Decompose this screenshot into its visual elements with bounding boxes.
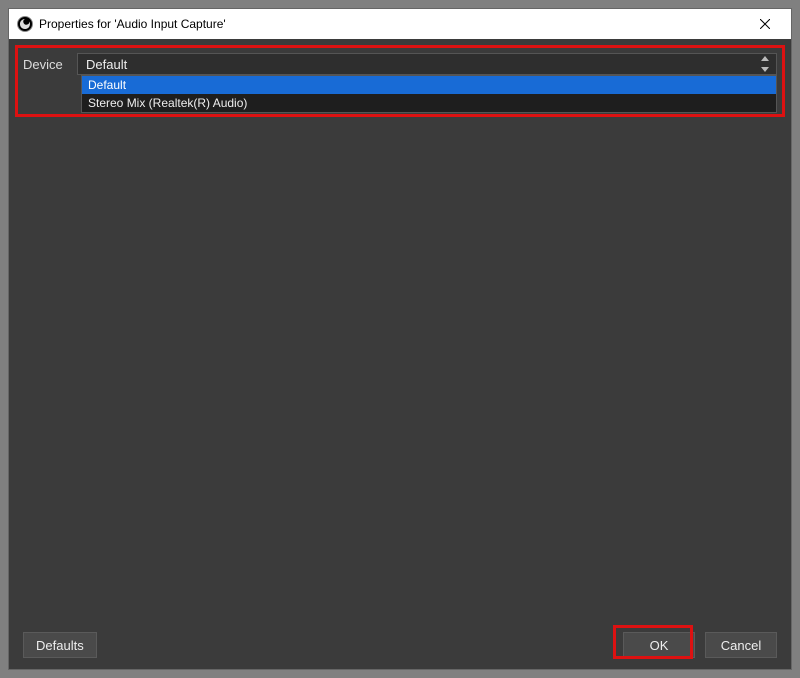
device-row: Device Default bbox=[23, 53, 777, 75]
device-option[interactable]: Default bbox=[82, 76, 776, 94]
cancel-button[interactable]: Cancel bbox=[705, 632, 777, 658]
close-button[interactable] bbox=[743, 10, 787, 38]
ok-button[interactable]: OK bbox=[623, 632, 695, 658]
device-option[interactable]: Stereo Mix (Realtek(R) Audio) bbox=[82, 94, 776, 112]
dialog-body: Device Default Default Stereo Mix (Realt… bbox=[9, 39, 791, 669]
dialog-window: Properties for 'Audio Input Capture' Dev… bbox=[8, 8, 792, 670]
device-selected-value: Default bbox=[86, 57, 127, 72]
window-title: Properties for 'Audio Input Capture' bbox=[39, 17, 743, 31]
close-icon bbox=[760, 19, 770, 29]
screenshot-frame: Properties for 'Audio Input Capture' Dev… bbox=[0, 0, 800, 678]
device-select[interactable]: Default bbox=[77, 53, 777, 75]
titlebar: Properties for 'Audio Input Capture' bbox=[9, 9, 791, 39]
obs-app-icon bbox=[17, 16, 33, 32]
device-label: Device bbox=[23, 57, 69, 72]
defaults-button[interactable]: Defaults bbox=[23, 632, 97, 658]
dialog-footer: Defaults OK Cancel bbox=[9, 621, 791, 669]
chevron-updown-icon bbox=[760, 56, 770, 72]
device-dropdown[interactable]: Default Stereo Mix (Realtek(R) Audio) bbox=[81, 75, 777, 113]
content-area: Device Default Default Stereo Mix (Realt… bbox=[9, 39, 791, 621]
